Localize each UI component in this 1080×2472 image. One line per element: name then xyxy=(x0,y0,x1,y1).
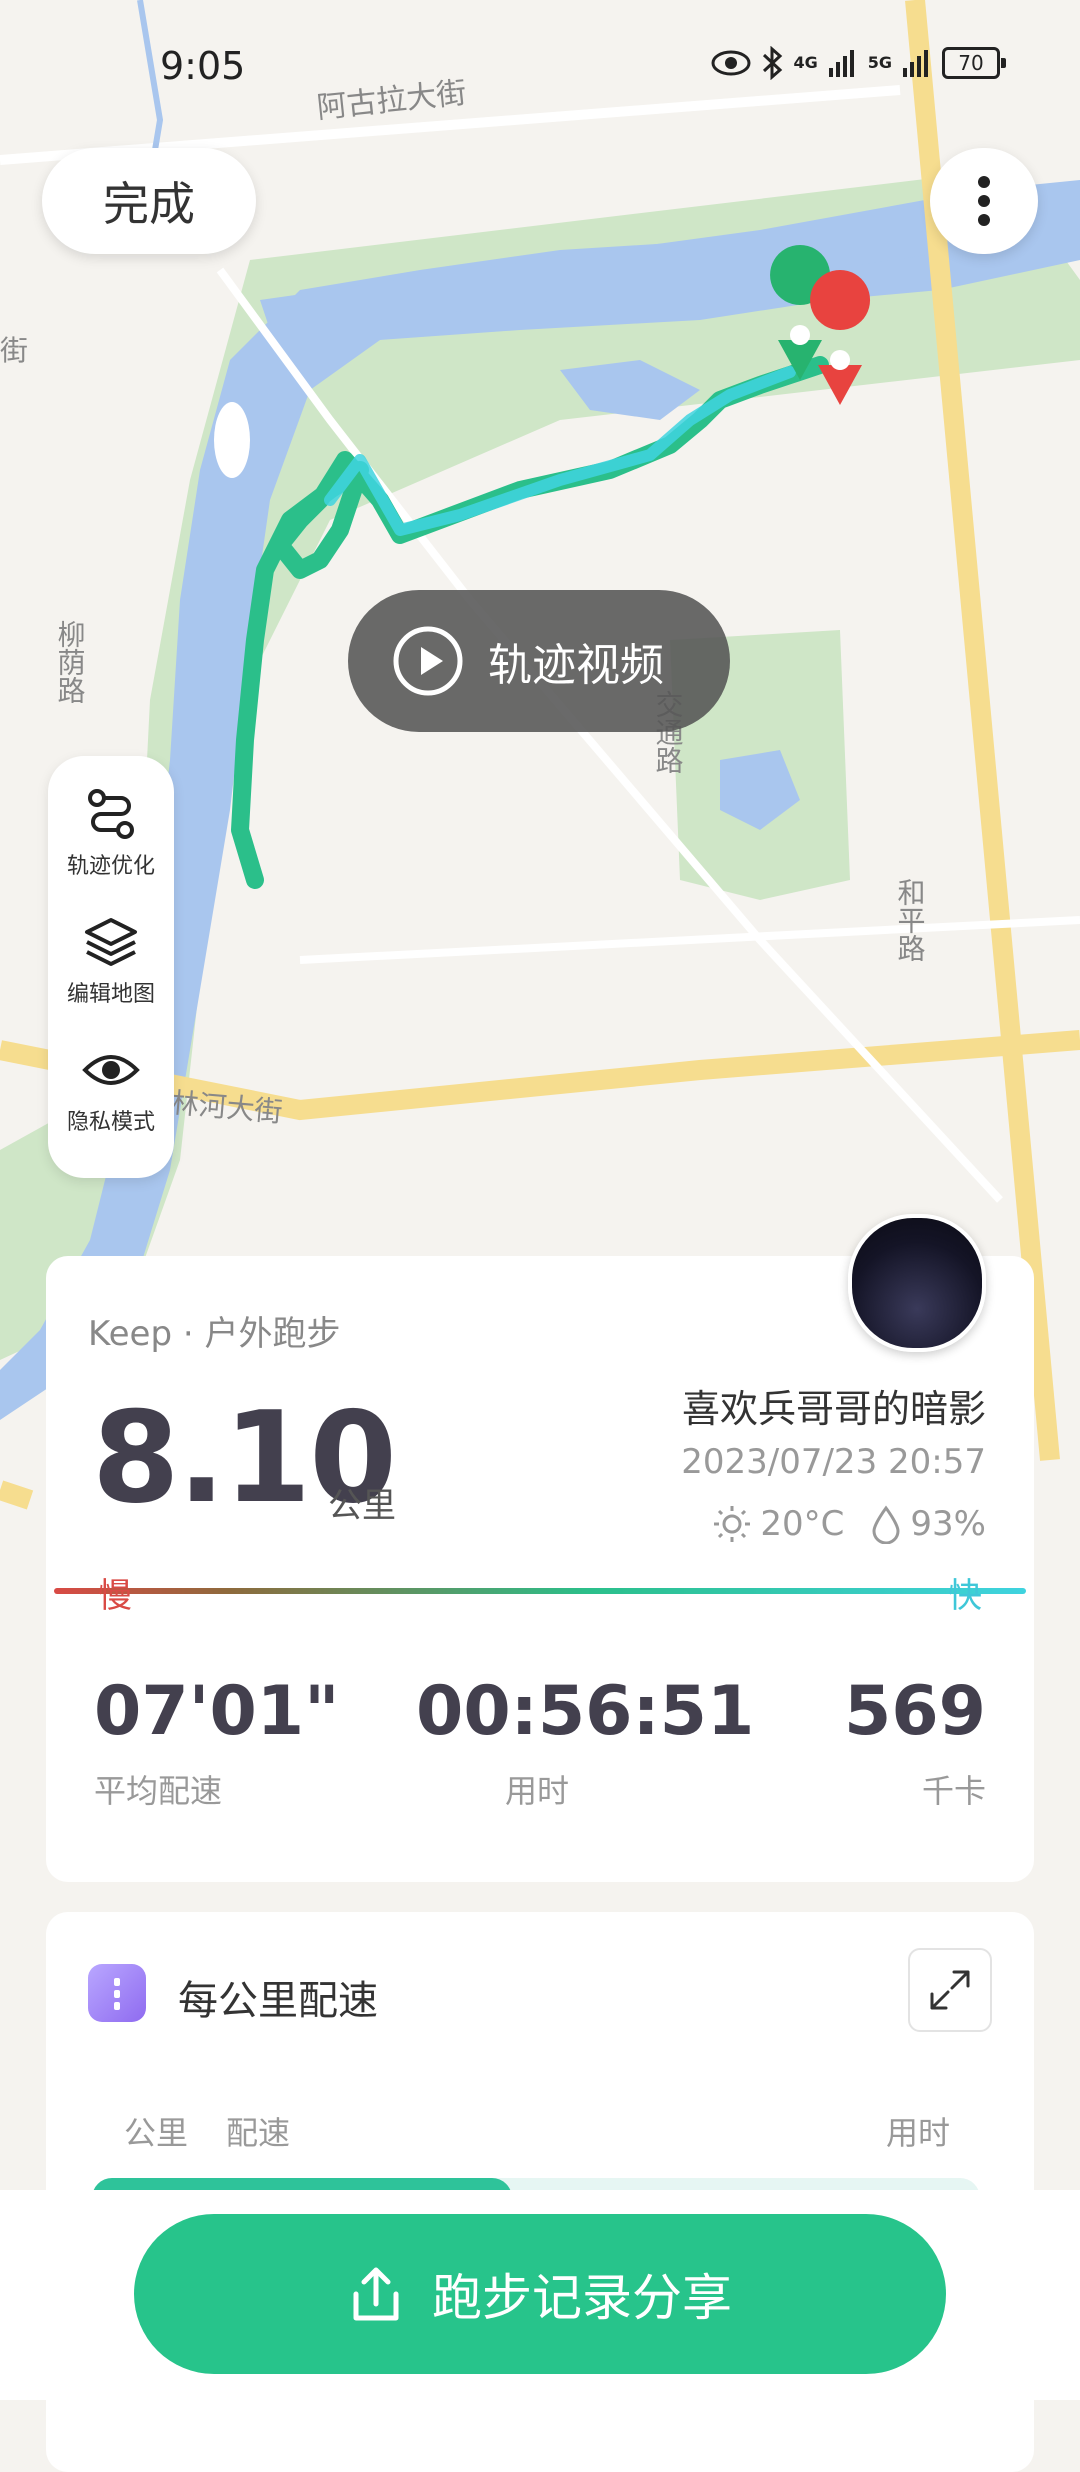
col-header-km: 公里 xyxy=(124,2114,189,2152)
battery-indicator: 70 xyxy=(942,47,1006,79)
share-run-button[interactable]: 跑步记录分享 xyxy=(134,2214,946,2374)
col-header-pace: 配速 xyxy=(226,2114,291,2152)
eye-icon xyxy=(711,50,751,76)
temperature: 20°C xyxy=(760,1504,845,1544)
avg-pace-label: 平均配速 xyxy=(94,1772,223,1810)
more-options-button[interactable] xyxy=(930,148,1038,254)
weather-info: 20°C 93% xyxy=(712,1504,986,1544)
track-video-button[interactable]: 轨迹视频 xyxy=(348,590,730,732)
pace-gradient-bar xyxy=(54,1588,1026,1594)
edit-map-label: 编辑地图 xyxy=(66,982,155,1007)
layers-icon xyxy=(85,918,137,966)
status-icons: 4G 5G 70 xyxy=(711,46,1006,80)
expand-button[interactable] xyxy=(908,1948,992,2032)
done-button[interactable]: 完成 xyxy=(42,148,256,254)
col-header-time: 用时 xyxy=(885,2114,950,2152)
username: 喜欢兵哥哥的暗影 xyxy=(681,1387,986,1431)
duration-label: 用时 xyxy=(505,1772,570,1810)
share-icon xyxy=(353,2267,399,2321)
edit-map-button[interactable]: 编辑地图 xyxy=(48,914,174,1008)
humidity-icon xyxy=(872,1505,900,1544)
privacy-mode-label: 隐私模式 xyxy=(66,1110,155,1135)
track-video-label: 轨迹视频 xyxy=(488,640,664,691)
avg-pace-value: 07'01" xyxy=(94,1672,340,1751)
status-time: 9:05 xyxy=(160,44,246,88)
calories-label: 千卡 xyxy=(921,1772,986,1810)
network-4g-label: 4G xyxy=(793,53,818,72)
calories-value: 569 xyxy=(844,1672,986,1751)
street-label-liuyin: 柳荫路 xyxy=(55,620,86,704)
network-5g-label: 5G xyxy=(867,53,892,72)
share-run-label: 跑步记录分享 xyxy=(432,2269,732,2327)
pace-icon xyxy=(88,1964,146,2022)
play-icon xyxy=(393,626,463,696)
privacy-mode-button[interactable]: 隐私模式 xyxy=(48,1042,174,1136)
expand-icon xyxy=(930,1970,970,2010)
route-icon xyxy=(88,789,134,839)
street-label-jie: 街 xyxy=(0,335,28,366)
track-optimize-label: 轨迹优化 xyxy=(66,854,155,879)
avatar[interactable] xyxy=(848,1214,986,1352)
status-bar: 9:05 4G 5G 70 xyxy=(0,0,1080,130)
activity-source: Keep · 户外跑步 xyxy=(88,1314,341,1354)
sun-icon xyxy=(714,1506,751,1542)
duration-value: 00:56:51 xyxy=(416,1672,755,1751)
fast-label: 快 xyxy=(948,1576,982,1616)
pace-section-title: 每公里配速 xyxy=(178,1978,378,2024)
run-datetime: 2023/07/23 20:57 xyxy=(681,1442,986,1482)
distance-unit: 公里 xyxy=(328,1486,396,1526)
slow-label: 慢 xyxy=(98,1576,132,1616)
signal-icon-2 xyxy=(903,50,928,77)
map-tools-panel: 轨迹优化 编辑地图 隐私模式 xyxy=(48,756,174,1178)
bluetooth-icon xyxy=(763,46,783,80)
humidity: 93% xyxy=(910,1504,986,1544)
eye-icon xyxy=(82,1055,140,1085)
signal-icon xyxy=(828,50,854,77)
street-label-heping: 和平路 xyxy=(895,878,926,962)
track-optimize-button[interactable]: 轨迹优化 xyxy=(48,786,174,880)
more-vertical-icon xyxy=(978,176,990,226)
